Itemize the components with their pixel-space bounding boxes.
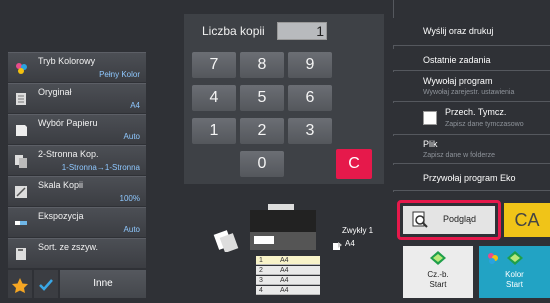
original-stack-icon <box>212 230 242 253</box>
copy-ratio-button[interactable]: Skala Kopii 100% <box>8 176 146 206</box>
scale-icon <box>14 185 28 199</box>
tray-3-number: 3 <box>259 277 263 284</box>
tray-4-size: A4 <box>280 287 289 294</box>
copy-ratio-label: Skala Kopii <box>38 180 84 190</box>
exposure-button[interactable]: Ekspozycja Auto <box>8 207 146 237</box>
duplex-icon <box>14 154 28 168</box>
key-8[interactable]: 8 <box>240 52 284 78</box>
duplex-button[interactable]: 2-Stronna Kop. 1-Stronna→1-Stronna <box>8 145 146 175</box>
original-value: A4 <box>130 101 140 110</box>
duplex-value: 1-Stronna→1-Stronna <box>61 163 140 172</box>
key-1[interactable]: 1 <box>192 118 236 144</box>
send-and-print-label: Wyślij oraz drukuj <box>423 26 494 36</box>
eco-program-label: Przywołaj program Eko <box>423 173 516 183</box>
document-icon <box>14 92 28 106</box>
favorite-button[interactable] <box>8 270 32 298</box>
paper-icon <box>14 123 28 137</box>
left-panel: Tryb Kolorowy Pełny Kolor Oryginał A4 Wy… <box>0 0 150 298</box>
preview-icon <box>412 211 428 228</box>
tray-2-number: 2 <box>259 267 263 274</box>
file-label: Plik <box>423 139 438 149</box>
color-start-button[interactable]: Kolor Start <box>479 246 550 298</box>
exposure-value: Auto <box>123 225 140 234</box>
bw-start-label: Cz.-b. Start <box>427 270 449 289</box>
original-button[interactable]: Oryginał A4 <box>8 83 146 113</box>
temp-store-sub: Zapisz dane tymczasowo <box>445 121 524 128</box>
file-sub: Zapisz dane w folderze <box>423 152 495 159</box>
duplex-label: 2-Stronna Kop. <box>38 149 99 159</box>
paper-select-value: Auto <box>123 132 140 141</box>
tray-1-number: 1 <box>259 257 263 264</box>
tray-2[interactable]: 2 A4 <box>256 266 320 275</box>
temp-store-label: Przech. Tymcz. <box>445 107 507 117</box>
copies-title: Liczba kopii <box>202 24 265 38</box>
key-5[interactable]: 5 <box>240 85 284 111</box>
staple-sort-icon <box>14 247 28 261</box>
recent-jobs-label: Ostatnie zadania <box>423 55 491 65</box>
exposure-icon <box>14 216 28 230</box>
send-and-print-item[interactable]: Wyślij oraz drukuj <box>393 18 550 46</box>
tray-1-size: A4 <box>280 257 289 264</box>
key-7[interactable]: 7 <box>192 52 236 78</box>
paper-select-label: Wybór Papieru <box>38 118 98 128</box>
clear-all-button[interactable]: CA <box>504 203 550 237</box>
staple-sort-label: Sort. ze zszyw. <box>38 242 99 252</box>
color-mode-value: Pełny Kolor <box>99 70 140 79</box>
exposure-label: Ekspozycja <box>38 211 84 221</box>
color-mode-label: Tryb Kolorowy <box>38 56 96 66</box>
key-6[interactable]: 6 <box>288 85 332 111</box>
temp-store-item[interactable]: Przech. Tymcz. Zapisz dane tymczasowo <box>393 103 550 135</box>
tray-4-number: 4 <box>259 287 263 294</box>
preview-label: Podgląd <box>443 214 477 224</box>
output-tray-label: Zwykły 1 <box>342 226 374 235</box>
other-button[interactable]: Inne <box>60 270 146 298</box>
key-9[interactable]: 9 <box>288 52 332 78</box>
checkmark-button[interactable] <box>34 270 58 298</box>
star-icon <box>12 278 28 293</box>
output-tray-size: A4 <box>345 239 355 248</box>
tray-2-size: A4 <box>280 267 289 274</box>
tray-3[interactable]: 3 A4 <box>256 276 320 285</box>
bw-start-icon <box>425 250 451 266</box>
call-program-sub: Wywołaj zarejestr. ustawienia <box>423 89 515 96</box>
key-2[interactable]: 2 <box>240 118 284 144</box>
copies-count-value: 1 <box>316 23 324 39</box>
key-4[interactable]: 4 <box>192 85 236 111</box>
temp-store-checkbox[interactable] <box>423 111 437 125</box>
call-program-label: Wywołaj program <box>423 76 493 86</box>
color-mode-icon <box>14 61 28 75</box>
call-program-item[interactable]: Wywołaj program Wywołaj zarejestr. ustaw… <box>393 72 550 102</box>
clear-button[interactable]: C <box>336 149 372 179</box>
color-start-label: Kolor Start <box>505 270 524 289</box>
color-start-icon <box>485 250 545 266</box>
eco-program-item[interactable]: Przywołaj program Eko <box>393 165 550 191</box>
tray-1[interactable]: 1 A4 <box>256 256 320 265</box>
check-icon <box>39 279 53 291</box>
output-tray-icon <box>333 238 343 250</box>
keypad-panel: Liczba kopii 1 7 8 9 4 5 6 1 2 3 0 C <box>184 14 384 184</box>
key-3[interactable]: 3 <box>288 118 332 144</box>
bw-start-button[interactable]: Cz.-b. Start <box>403 246 473 298</box>
original-label: Oryginał <box>38 87 72 97</box>
color-mode-button[interactable]: Tryb Kolorowy Pełny Kolor <box>8 52 146 82</box>
preview-button[interactable]: Podgląd <box>397 200 501 240</box>
key-0[interactable]: 0 <box>240 151 284 177</box>
other-label: Inne <box>93 278 113 289</box>
copy-ratio-value: 100% <box>119 194 140 203</box>
staple-sort-button[interactable]: Sort. ze zszyw. <box>8 238 146 268</box>
paper-select-button[interactable]: Wybór Papieru Auto <box>8 114 146 144</box>
file-item[interactable]: Plik Zapisz dane w folderze <box>393 136 550 164</box>
tray-4[interactable]: 4 A4 <box>256 286 320 295</box>
tray-3-size: A4 <box>280 277 289 284</box>
recent-jobs-item[interactable]: Ostatnie zadania <box>393 49 550 71</box>
